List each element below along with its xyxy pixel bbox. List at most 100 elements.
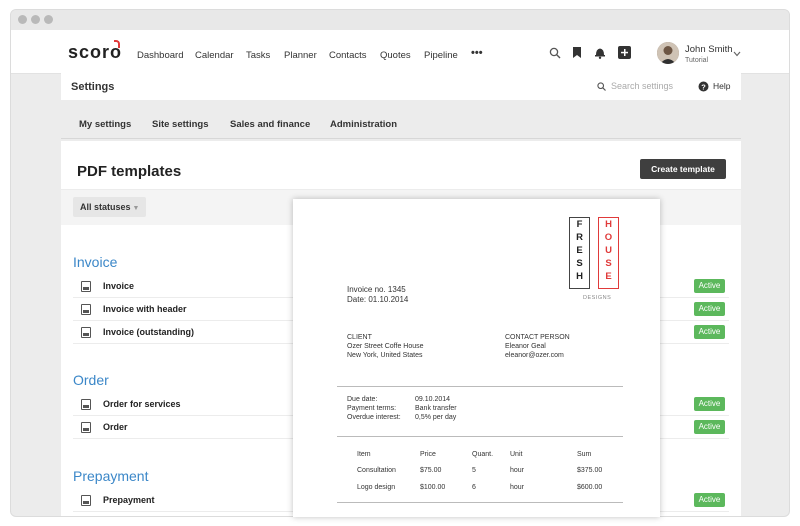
nav-contacts[interactable]: Contacts	[329, 50, 367, 61]
nav-calendar[interactable]: Calendar	[195, 50, 234, 61]
logo-letter: O	[604, 232, 613, 243]
section-title-order: Order	[73, 372, 109, 388]
logo-fresh-box: F R E S H	[569, 217, 590, 289]
client-label: CLIENT	[347, 334, 372, 341]
nav-planner[interactable]: Planner	[284, 50, 317, 61]
contact-label: CONTACT PERSON	[505, 334, 570, 341]
table-cell: $375.00	[577, 467, 603, 474]
contact-email: eleanor@ozer.com	[505, 352, 564, 359]
status-filter-dropdown[interactable]: All statuses ▼	[73, 197, 147, 217]
document-icon	[81, 327, 91, 338]
nav-dashboard[interactable]: Dashboard	[137, 50, 183, 61]
caret-down-icon: ▼	[132, 205, 140, 212]
nav-pipeline[interactable]: Pipeline	[424, 50, 458, 61]
table-cell: hour	[510, 467, 525, 474]
status-badge: Active	[694, 397, 725, 411]
bookmark-icon[interactable]	[572, 46, 582, 59]
window-close-dot[interactable]	[18, 15, 27, 24]
search-settings-icon	[597, 82, 606, 91]
plus-icon[interactable]	[618, 46, 631, 59]
logo-letter: E	[605, 271, 612, 282]
status-filter-label: All statuses	[80, 202, 131, 212]
client-city: New York, United States	[347, 352, 423, 359]
terms-value: 09.10.2014	[415, 396, 451, 403]
table-cell: Logo design	[357, 484, 396, 491]
invoice-date: Date: 01.10.2014	[347, 295, 409, 304]
tab-sales-and-finance[interactable]: Sales and finance	[230, 119, 310, 130]
table-header: Sum	[577, 451, 592, 458]
logo-letter: S	[576, 258, 583, 269]
settings-tabs: My settings Site settings Sales and fina…	[61, 105, 741, 139]
help-link[interactable]: Help	[713, 81, 730, 91]
logo-mark-icon	[114, 40, 120, 48]
document-icon	[81, 304, 91, 315]
svg-text:?: ?	[701, 82, 706, 91]
table-cell: 5	[472, 467, 476, 474]
page-title: PDF templates	[77, 163, 182, 180]
document-icon	[81, 399, 91, 410]
document-icon	[81, 281, 91, 292]
create-template-button[interactable]: Create template	[640, 159, 726, 179]
logo-letter: E	[576, 245, 583, 256]
logo-letter: R	[576, 232, 583, 243]
table-header: Price	[420, 451, 436, 458]
divider	[337, 502, 623, 503]
tab-my-settings[interactable]: My settings	[79, 119, 131, 130]
table-cell: $600.00	[577, 484, 603, 491]
user-subtitle: Tutorial	[685, 57, 709, 64]
table-header: Quant.	[472, 451, 494, 458]
table-header: Item	[357, 451, 371, 458]
template-name[interactable]: Invoice (outstanding)	[103, 327, 194, 337]
section-title-prepayment: Prepayment	[73, 468, 149, 484]
template-name[interactable]: Invoice	[103, 281, 134, 291]
terms-label: Overdue interest:	[347, 414, 401, 421]
pdf-preview: F R E S H H O U S E DESIGNS Invoice no. …	[293, 199, 660, 517]
bell-icon[interactable]	[594, 46, 606, 59]
table-cell: hour	[510, 484, 525, 491]
status-badge: Active	[694, 302, 725, 316]
terms-label: Payment terms:	[347, 405, 397, 412]
client-name: Ozer Street Coffe House	[347, 343, 424, 350]
nav-more-icon[interactable]: •••	[471, 47, 483, 59]
table-cell: 6	[472, 484, 476, 491]
search-icon[interactable]	[549, 47, 561, 59]
template-name[interactable]: Order for services	[103, 399, 181, 409]
status-badge: Active	[694, 325, 725, 339]
table-cell: $100.00	[420, 484, 446, 491]
logo-letter: H	[576, 271, 583, 282]
tab-site-settings[interactable]: Site settings	[152, 119, 209, 130]
invoice-number: Invoice no. 1345	[347, 285, 406, 294]
top-navigation: scoro Dashboard Calendar Tasks Planner C…	[11, 30, 789, 74]
logo-house-box: H O U S E	[598, 217, 619, 289]
divider	[337, 386, 623, 387]
nav-quotes[interactable]: Quotes	[380, 50, 411, 61]
logo-letter: H	[605, 219, 612, 230]
settings-header: Settings Search settings ? Help	[61, 72, 741, 100]
window-maximize-dot[interactable]	[44, 15, 53, 24]
table-cell: Consultation	[357, 467, 396, 474]
avatar[interactable]	[657, 42, 679, 64]
template-name[interactable]: Order	[103, 422, 128, 432]
document-icon	[81, 422, 91, 433]
template-name[interactable]: Prepayment	[103, 495, 155, 505]
logo-designs: DESIGNS	[583, 295, 612, 301]
section-title-invoice: Invoice	[73, 254, 118, 270]
user-name[interactable]: John Smith	[685, 44, 733, 55]
status-badge: Active	[694, 493, 725, 507]
tab-administration[interactable]: Administration	[330, 119, 397, 130]
nav-tasks[interactable]: Tasks	[246, 50, 270, 61]
logo-letter: U	[605, 245, 612, 256]
search-settings-input[interactable]: Search settings	[611, 81, 673, 91]
window-minimize-dot[interactable]	[31, 15, 40, 24]
chevron-down-icon[interactable]	[733, 51, 741, 57]
window-titlebar	[11, 10, 789, 30]
help-icon[interactable]: ?	[698, 81, 709, 92]
terms-value: 0,5% per day	[415, 414, 457, 421]
template-name[interactable]: Invoice with header	[103, 304, 187, 314]
logo-letter: S	[605, 258, 612, 269]
settings-title: Settings	[71, 81, 115, 93]
table-header: Unit	[510, 451, 523, 458]
document-icon	[81, 495, 91, 506]
status-badge: Active	[694, 420, 725, 434]
divider	[337, 436, 623, 437]
